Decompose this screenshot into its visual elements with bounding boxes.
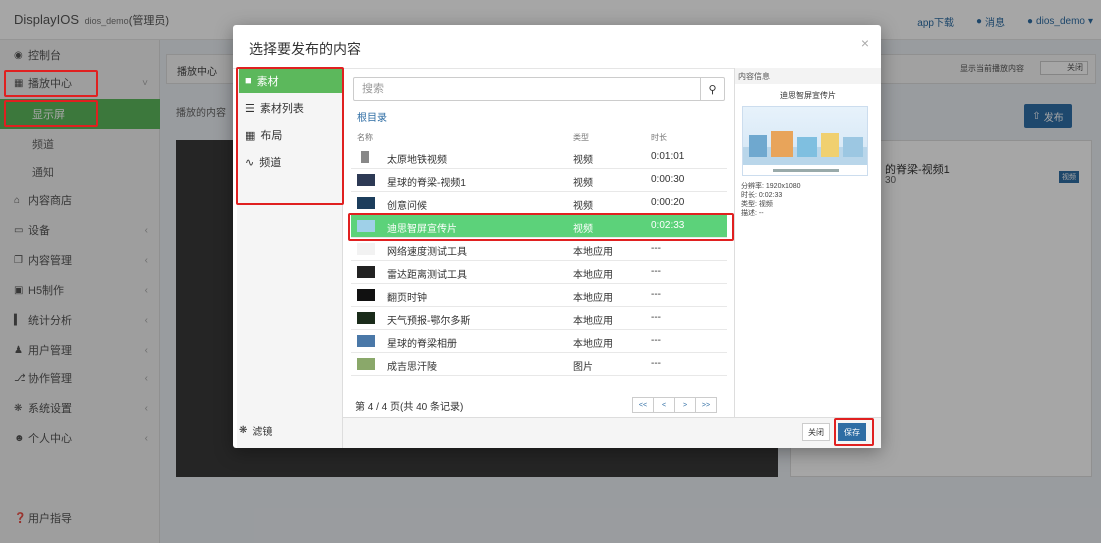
- content-thumbnail: [357, 335, 375, 347]
- close-button[interactable]: 关闭: [802, 423, 830, 441]
- row-type: 本地应用: [573, 247, 613, 258]
- row-name: 成吉思汗陵: [387, 362, 437, 373]
- row-name: 天气预报-鄂尔多斯: [387, 316, 471, 327]
- content-thumbnail: [357, 289, 375, 301]
- row-type: 视频: [573, 178, 593, 189]
- row-type: 视频: [573, 201, 593, 212]
- column-header-type: 类型: [573, 133, 589, 142]
- table-row[interactable]: 星球的脊梁相册 本地应用 ---: [351, 330, 727, 353]
- row-duration: 0:00:30: [651, 174, 685, 185]
- content-thumbnail: [357, 220, 375, 232]
- modal-footer: [343, 417, 881, 448]
- column-header-duration: 时长: [651, 133, 667, 142]
- search-input[interactable]: [354, 78, 684, 100]
- content-info-panel: 内容信息 迪思智屏宣传片 分辨率: 1920x1080 时长: 0:02:33 …: [734, 68, 881, 417]
- row-type: 图片: [573, 362, 593, 373]
- nav-item-channel[interactable]: ∿ 频道: [239, 150, 343, 174]
- row-name: 太原地铁视频: [387, 155, 447, 166]
- content-thumbnail: [357, 358, 375, 370]
- row-type: 本地应用: [573, 270, 613, 281]
- row-name: 网络速度测试工具: [387, 247, 467, 258]
- table-row[interactable]: 成吉思汗陵 图片 ---: [351, 353, 727, 376]
- row-type: 本地应用: [573, 339, 613, 350]
- row-type: 本地应用: [573, 293, 613, 304]
- row-type: 本地应用: [573, 316, 613, 327]
- folder-icon: ■: [245, 75, 252, 87]
- pagination-info: 第 4 / 4 页(共 40 条记录): [355, 402, 464, 413]
- column-header-name: 名称: [357, 133, 373, 142]
- content-thumbnail: [357, 312, 375, 324]
- nav-item-material-list[interactable]: ☰ 素材列表: [239, 96, 343, 120]
- filter-button[interactable]: ❋ 滤镜: [239, 423, 272, 438]
- list-icon: ☰: [245, 102, 255, 115]
- row-duration: 0:02:33: [651, 220, 685, 231]
- row-name: 创意问候: [387, 201, 427, 212]
- info-name: 迪思智屏宣传片: [780, 91, 836, 100]
- content-thumbnail: [357, 197, 375, 209]
- row-duration: ---: [651, 289, 661, 300]
- nav-item-label: 频道: [259, 157, 282, 169]
- row-duration: ---: [651, 335, 661, 346]
- root-directory-link[interactable]: 根目录: [357, 109, 387, 124]
- search-box: ⚲: [353, 77, 725, 101]
- info-duration: 时长: 0:02:33: [741, 192, 783, 199]
- row-name: 星球的脊梁-视频1: [387, 178, 466, 189]
- nav-item-label: 素材: [256, 76, 279, 88]
- info-details: 分辨率: 1920x1080 时长: 0:02:33 类型: 视频 描述: --: [741, 182, 801, 218]
- table-row[interactable]: 天气预报-鄂尔多斯 本地应用 ---: [351, 307, 727, 330]
- pagination: << < > >>: [632, 397, 717, 413]
- modal-title: 选择要发布的内容: [249, 41, 361, 57]
- row-duration: ---: [651, 243, 661, 254]
- content-thumbnail: [361, 151, 369, 163]
- select-content-modal: 选择要发布的内容 × ■ 素材 ☰ 素材列表 ▦ 布局 ∿ 频道 ❋ 滤镜 ⚲ 根目录 名…: [233, 25, 881, 448]
- nav-item-label: 素材列表: [259, 103, 304, 115]
- save-button[interactable]: 保存: [838, 423, 866, 441]
- nav-item-label: 布局: [260, 130, 283, 142]
- row-name: 迪思智屏宣传片: [387, 224, 457, 235]
- row-duration: ---: [651, 266, 661, 277]
- content-thumbnail: [357, 266, 375, 278]
- filter-label: 滤镜: [252, 427, 273, 438]
- row-name: 星球的脊梁相册: [387, 339, 457, 350]
- info-header: 内容信息: [735, 68, 881, 84]
- row-name: 雷达距离测试工具: [387, 270, 467, 281]
- info-type: 类型: 视频: [741, 201, 773, 208]
- content-thumbnail: [357, 174, 375, 186]
- rss-icon: ∿: [245, 156, 255, 169]
- table-row-selected[interactable]: 迪思智屏宣传片 视频 0:02:33: [351, 215, 727, 238]
- table-row[interactable]: 星球的脊梁-视频1 视频 0:00:30: [351, 169, 727, 192]
- row-duration: ---: [651, 312, 661, 323]
- table-row[interactable]: 太原地铁视频 视频 0:01:01: [351, 146, 727, 169]
- gear-icon: ❋: [239, 425, 248, 436]
- table-row[interactable]: 创意问候 视频 0:00:20: [351, 192, 727, 215]
- row-duration: 0:00:20: [651, 197, 685, 208]
- table-row[interactable]: 雷达距离测试工具 本地应用 ---: [351, 261, 727, 284]
- table-row[interactable]: 翻页时钟 本地应用 ---: [351, 284, 727, 307]
- grid-icon: ▦: [245, 129, 256, 142]
- row-type: 视频: [573, 224, 593, 235]
- content-thumbnail: [357, 243, 375, 255]
- content-preview-image: [742, 106, 868, 176]
- search-icon[interactable]: ⚲: [700, 78, 724, 100]
- row-name: 翻页时钟: [387, 293, 427, 304]
- last-page-button[interactable]: >>: [695, 397, 717, 413]
- row-duration: ---: [651, 358, 661, 369]
- row-duration: 0:01:01: [651, 151, 685, 162]
- info-resolution: 分辨率: 1920x1080: [741, 183, 801, 190]
- info-description: 描述: --: [741, 210, 764, 217]
- row-type: 视频: [573, 155, 593, 166]
- prev-page-button[interactable]: <: [653, 397, 675, 413]
- first-page-button[interactable]: <<: [632, 397, 654, 413]
- next-page-button[interactable]: >: [674, 397, 696, 413]
- content-type-nav: ■ 素材 ☰ 素材列表 ▦ 布局 ∿ 频道: [237, 68, 343, 448]
- nav-item-materials[interactable]: ■ 素材: [239, 69, 343, 93]
- close-icon[interactable]: ×: [861, 35, 869, 51]
- table-row[interactable]: 网络速度测试工具 本地应用 ---: [351, 238, 727, 261]
- preview-illustration: [743, 131, 867, 175]
- nav-item-layout[interactable]: ▦ 布局: [239, 123, 343, 147]
